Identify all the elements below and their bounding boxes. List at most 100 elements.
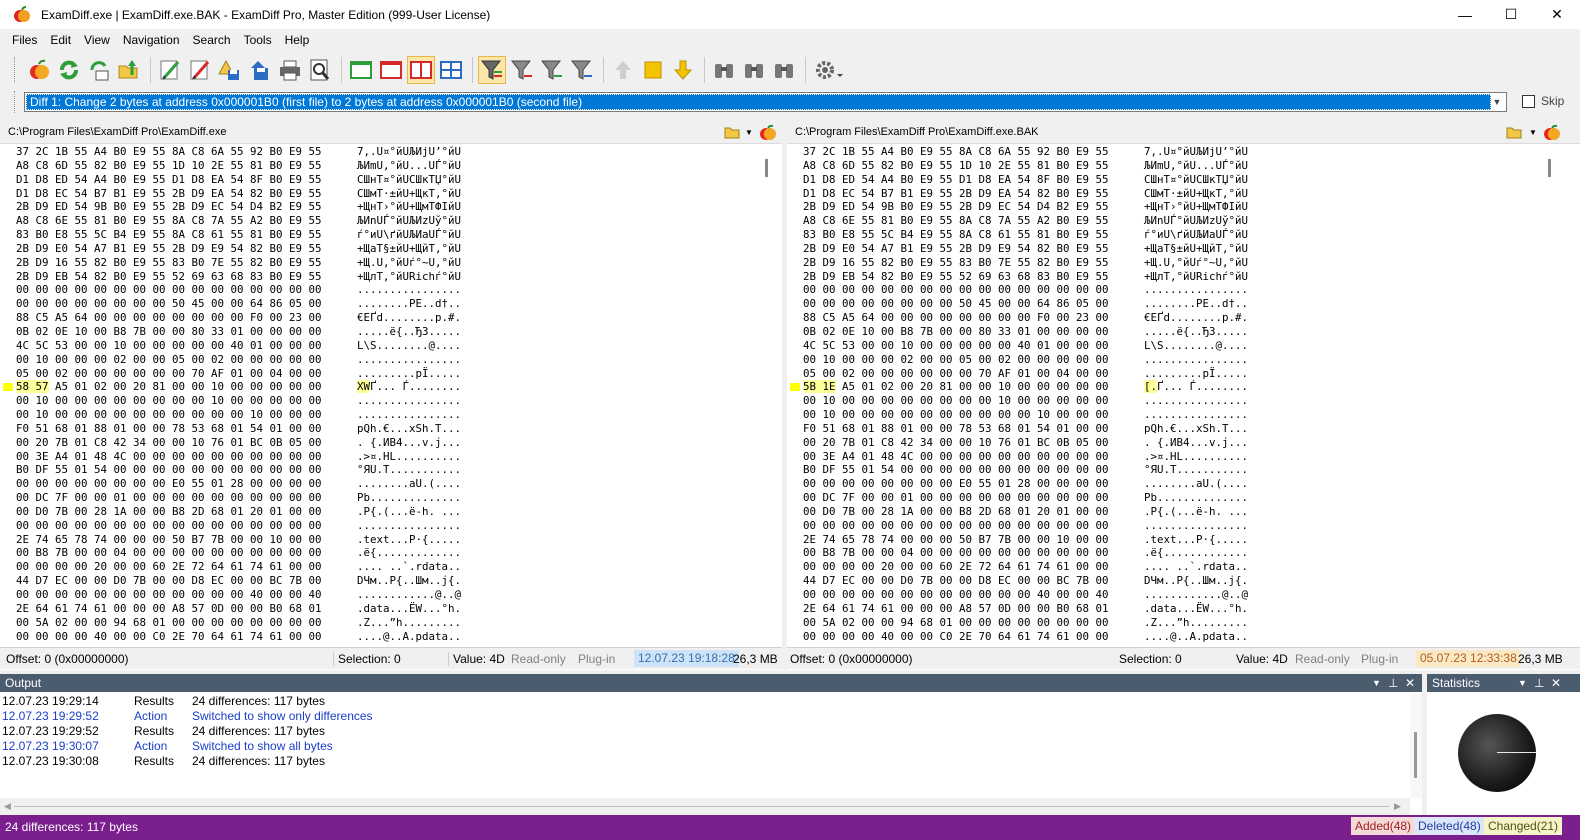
hex-row[interactable]: 05 00 02 00 00 00 00 00 00 70 AF 01 00 0… — [0, 367, 782, 381]
hex-bytes[interactable]: 2B D9 ED 54 9B B0 E9 55 2B D9 EC 54 D4 B… — [16, 200, 322, 214]
hex-bytes[interactable]: 05 00 02 00 00 00 00 00 00 70 AF 01 00 0… — [16, 367, 322, 381]
ascii-text[interactable]: .... ..`.rdata.. — [357, 560, 461, 574]
hex-bytes[interactable]: 2B D9 16 55 82 B0 E9 55 83 B0 7E 55 82 B… — [803, 256, 1109, 270]
hex-row[interactable]: B0 DF 55 01 54 00 00 00 00 00 00 00 00 0… — [787, 463, 1580, 477]
ascii-text[interactable]: Pb.............. — [1144, 491, 1248, 505]
hex-row[interactable]: D1 D8 ED 54 A4 B0 E9 55 D1 D8 EA 54 8F B… — [0, 173, 782, 187]
hex-row[interactable]: 2B D9 EB 54 82 B0 E9 55 52 69 63 68 83 B… — [0, 270, 782, 284]
ascii-text[interactable]: ................ — [1144, 519, 1248, 533]
hex-row[interactable]: 00 D0 7B 00 28 1A 00 00 B8 2D 68 01 20 0… — [787, 505, 1580, 519]
hex-row[interactable]: 2E 64 61 74 61 00 00 00 A8 57 0D 00 00 B… — [787, 602, 1580, 616]
find-button[interactable] — [710, 56, 738, 84]
ascii-text[interactable]: .....ё{..Ђ3..... — [357, 325, 461, 339]
hex-bytes[interactable]: A8 C8 6D 55 82 B0 E9 55 1D 10 2E 55 81 B… — [803, 159, 1109, 173]
hex-bytes[interactable]: 00 00 00 00 00 00 00 00 50 45 00 00 64 8… — [16, 297, 322, 311]
save-second-button[interactable] — [246, 56, 274, 84]
previous-diff-button[interactable] — [609, 56, 637, 84]
options-button[interactable] — [811, 56, 847, 84]
hex-bytes[interactable]: D1 D8 ED 54 A4 B0 E9 55 D1 D8 EA 54 8F B… — [16, 173, 322, 187]
hex-bytes[interactable]: 00 10 00 00 00 02 00 00 05 00 02 00 00 0… — [16, 353, 322, 367]
chevron-down-icon[interactable]: ▼ — [1372, 674, 1381, 692]
ascii-text[interactable]: СШмТ·±йU+ЩкТ‚°йU — [1144, 187, 1248, 201]
hex-row-diff[interactable]: 5B 1E A5 01 02 00 20 81 00 00 10 00 00 0… — [787, 380, 1580, 394]
ascii-text[interactable]: ............@..@ — [357, 588, 461, 602]
hex-bytes[interactable]: 05 00 02 00 00 00 00 00 00 70 AF 01 00 0… — [803, 367, 1109, 381]
ascii-text[interactable]: ѓ°иU\ґйUЉИaUЃ°йU — [357, 228, 461, 242]
current-diff-button[interactable] — [639, 56, 667, 84]
ascii-text[interactable]: ЉИmU‚°йU...UЃ°йU — [1144, 159, 1248, 173]
hex-bytes[interactable]: 88 C5 A5 64 00 00 00 00 00 00 00 00 F0 0… — [16, 311, 322, 325]
hex-bytes[interactable]: D1 D8 EC 54 B7 B1 E9 55 2B D9 EA 54 82 B… — [16, 187, 322, 201]
hex-row[interactable]: 00 10 00 00 00 02 00 00 05 00 02 00 00 0… — [787, 353, 1580, 367]
hex-row[interactable]: 00 10 00 00 00 00 00 00 00 00 00 00 10 0… — [787, 408, 1580, 422]
hex-bytes[interactable]: 2B D9 EB 54 82 B0 E9 55 52 69 63 68 83 B… — [803, 270, 1109, 284]
hex-bytes[interactable]: 00 00 00 00 00 00 00 00 E0 55 01 28 00 0… — [803, 477, 1109, 491]
ascii-text[interactable]: СШнТ¤°йUСШкТЏ°йU — [357, 173, 461, 187]
hex-row[interactable]: 88 C5 A5 64 00 00 00 00 00 00 00 00 F0 0… — [0, 311, 782, 325]
ascii-text[interactable]: ............@..@ — [1144, 588, 1248, 602]
hex-row[interactable]: 00 00 00 00 00 00 00 00 E0 55 01 28 00 0… — [787, 477, 1580, 491]
hex-bytes[interactable]: B0 DF 55 01 54 00 00 00 00 00 00 00 00 0… — [16, 463, 322, 477]
ascii-text[interactable]: ................ — [357, 394, 461, 408]
hex-bytes[interactable]: 00 00 00 00 40 00 00 C0 2E 70 64 61 74 6… — [803, 630, 1109, 644]
diffbar-grip[interactable] — [14, 91, 17, 113]
hex-row[interactable]: 00 20 7B 01 C8 42 34 00 00 10 76 01 BC 0… — [0, 436, 782, 450]
filter-changed-button[interactable] — [568, 56, 596, 84]
ascii-text[interactable]: .>¤.HL.......... — [357, 450, 461, 464]
ascii-text[interactable]: .....ё{..Ђ3..... — [1144, 325, 1248, 339]
next-diff-button[interactable] — [669, 56, 697, 84]
hex-row[interactable]: 0B 02 0E 10 00 B8 7B 00 00 80 33 01 00 0… — [787, 325, 1580, 339]
output-vertical-scrollbar[interactable] — [1410, 694, 1422, 798]
hex-bytes[interactable]: 00 00 00 00 00 00 00 00 50 45 00 00 64 8… — [803, 297, 1109, 311]
ascii-text[interactable]: +ЩнТ›°йU+ЩмТФІйU — [1144, 200, 1248, 214]
hex-row[interactable]: 00 00 00 00 40 00 00 C0 2E 70 64 61 74 6… — [0, 630, 782, 644]
ascii-text[interactable]: .ё{............. — [1144, 546, 1248, 560]
hex-bytes[interactable]: 00 00 00 00 20 00 00 60 2E 72 64 61 74 6… — [803, 560, 1109, 574]
hex-row[interactable]: 00 00 00 00 00 00 00 00 00 00 00 00 40 0… — [0, 588, 782, 602]
hex-row[interactable]: 2B D9 EB 54 82 B0 E9 55 52 69 63 68 83 B… — [787, 270, 1580, 284]
diff-select[interactable]: Diff 1: Change 2 bytes at address 0x0000… — [24, 92, 1507, 112]
hex-bytes[interactable]: 5B 1E A5 01 02 00 20 81 00 00 10 00 00 0… — [803, 380, 1109, 394]
chevron-down-icon[interactable]: ▼ — [1518, 674, 1527, 692]
menu-help[interactable]: Help — [279, 33, 317, 47]
hex-row[interactable]: 00 10 00 00 00 00 00 00 00 00 10 00 00 0… — [787, 394, 1580, 408]
hex-row[interactable]: 00 DC 7F 00 00 01 00 00 00 00 00 00 00 0… — [0, 491, 782, 505]
hex-row[interactable]: 00 00 00 00 00 00 00 00 00 00 00 00 00 0… — [787, 519, 1580, 533]
maximize-button[interactable]: ☐ — [1488, 0, 1534, 29]
ascii-text[interactable]: .data...ЁW...°h. — [357, 602, 461, 616]
hex-bytes[interactable]: 4C 5C 53 00 00 10 00 00 00 00 00 40 01 0… — [803, 339, 1109, 353]
hex-bytes[interactable]: A8 C8 6E 55 81 B0 E9 55 8A C8 7A 55 A2 B… — [803, 214, 1109, 228]
open-folder-icon[interactable] — [724, 125, 742, 142]
ascii-text[interactable]: ................ — [357, 519, 461, 533]
ascii-text[interactable]: 7,.U¤°йUЉИjU’°йU — [1144, 145, 1248, 159]
hex-bytes[interactable]: 00 D0 7B 00 28 1A 00 00 B8 2D 68 01 20 0… — [803, 505, 1109, 519]
ascii-text[interactable]: ................ — [357, 353, 461, 367]
ascii-text[interactable]: ....@..А.pdata.. — [1144, 630, 1248, 644]
hex-row[interactable]: 2B D9 ED 54 9B B0 E9 55 2B D9 EC 54 D4 B… — [787, 200, 1580, 214]
hex-bytes[interactable]: D1 D8 ED 54 A4 B0 E9 55 D1 D8 EA 54 8F B… — [803, 173, 1109, 187]
hex-row[interactable]: 44 D7 EC 00 00 D0 7B 00 00 D8 EC 00 00 B… — [787, 574, 1580, 588]
hex-row[interactable]: 00 B8 7B 00 00 04 00 00 00 00 00 00 00 0… — [0, 546, 782, 560]
hex-row-diff[interactable]: 58 57 A5 01 02 00 20 81 00 00 10 00 00 0… — [0, 380, 782, 394]
hex-bytes[interactable]: D1 D8 EC 54 B7 B1 E9 55 2B D9 EA 54 82 B… — [803, 187, 1109, 201]
left-vertical-scrollbar[interactable] — [761, 145, 774, 645]
ascii-text[interactable]: DЧм..Р{..Шм..ј{. — [357, 574, 461, 588]
hex-row[interactable]: 00 00 00 00 40 00 00 C0 2E 70 64 61 74 6… — [787, 630, 1580, 644]
minimize-button[interactable]: — — [1442, 0, 1488, 29]
ascii-text[interactable]: +Щ.U‚°йUѓ°~U‚°йU — [1144, 256, 1248, 270]
hex-row[interactable]: D1 D8 EC 54 B7 B1 E9 55 2B D9 EA 54 82 B… — [0, 187, 782, 201]
ascii-text[interactable]: °ЯU.T........... — [1144, 463, 1248, 477]
ascii-text[interactable]: €ЕҐd........р.#. — [357, 311, 461, 325]
ascii-text[interactable]: [.Ґ... Ѓ........ — [1144, 380, 1248, 394]
filter-deleted-button[interactable] — [508, 56, 536, 84]
find-next-button[interactable] — [740, 56, 768, 84]
hex-bytes[interactable]: 00 10 00 00 00 00 00 00 00 00 10 00 00 0… — [803, 394, 1109, 408]
menu-search[interactable]: Search — [187, 33, 238, 47]
chevron-down-icon[interactable]: ▼ — [1529, 128, 1537, 137]
hex-row[interactable]: 2B D9 E0 54 A7 B1 E9 55 2B D9 E9 54 82 B… — [787, 242, 1580, 256]
hex-bytes[interactable]: 00 10 00 00 00 00 00 00 00 00 00 00 10 0… — [16, 408, 322, 422]
swap-button[interactable] — [85, 56, 113, 84]
ascii-text[interactable]: ................ — [1144, 394, 1248, 408]
filter-added-button[interactable] — [538, 56, 566, 84]
hex-bytes[interactable]: 2E 64 61 74 61 00 00 00 A8 57 0D 00 00 B… — [16, 602, 322, 616]
